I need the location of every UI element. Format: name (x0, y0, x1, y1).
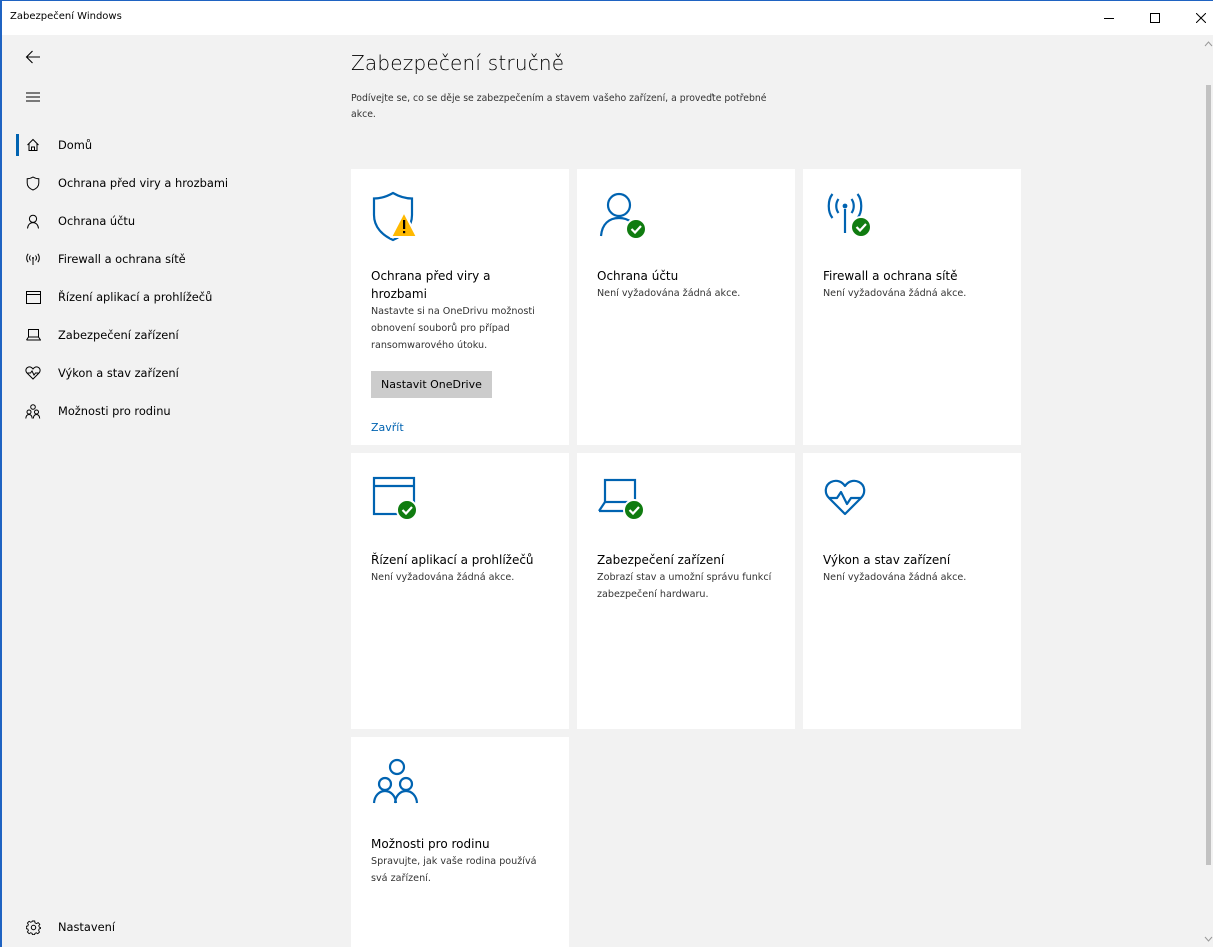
tile-family-options[interactable]: Možnosti pro rodinu Spravujte, jak vaše … (351, 737, 569, 947)
tile-title: Ochrana účtu (597, 269, 679, 283)
tile-title: Firewall a ochrana sítě (823, 269, 958, 283)
sidebar-item-label: Řízení aplikací a prohlížečů (58, 290, 213, 304)
tile-account-protection[interactable]: Ochrana účtu Není vyžadována žádná akce. (577, 169, 795, 445)
sidebar-item-label: Ochrana účtu (58, 214, 136, 228)
sidebar-item-label: Výkon a stav zařízení (58, 366, 179, 380)
app-window: Zabezpečení Windows Domů Ochrana před vi… (0, 0, 1213, 947)
main-content: Zabezpečení stručně Podívejte se, co se … (313, 35, 1204, 947)
tile-description: Není vyžadována žádná akce. (823, 572, 967, 583)
laptop-check-icon (597, 473, 657, 533)
tile-firewall[interactable]: Firewall a ochrana sítě Není vyžadována … (803, 169, 1021, 445)
minimize-button[interactable] (1086, 1, 1132, 35)
browser-window-icon (20, 290, 46, 304)
close-button[interactable] (1178, 1, 1213, 35)
sidebar-item-label: Nastavení (58, 920, 116, 934)
heart-pulse-icon (823, 473, 883, 533)
shield-warning-icon (371, 189, 431, 249)
scroll-up-arrow-icon[interactable] (1204, 39, 1213, 49)
vertical-scrollbar[interactable] (1204, 35, 1213, 947)
tile-title: Možnosti pro rodinu (371, 837, 490, 851)
browser-check-icon (371, 473, 431, 533)
maximize-button[interactable] (1132, 1, 1178, 35)
family-icon (20, 403, 46, 419)
sidebar-item-device-health[interactable]: Výkon a stav zařízení (2, 354, 313, 392)
minimize-icon (1104, 18, 1114, 19)
tile-title: Výkon a stav zařízení (823, 553, 951, 567)
person-check-icon (597, 189, 657, 249)
heart-pulse-icon (20, 366, 46, 380)
antenna-check-icon (823, 189, 883, 249)
family-icon (371, 757, 431, 817)
title-bar: Zabezpečení Windows (2, 1, 1213, 35)
sidebar-item-label: Firewall a ochrana sítě (58, 252, 186, 266)
tile-title: Ochrana před viry a hrozbami (371, 269, 491, 301)
tile-description: Zobrazí stav a umožní správu funkcí zabe… (597, 572, 772, 600)
sidebar-item-home[interactable]: Domů (2, 126, 313, 164)
tile-app-browser-control[interactable]: Řízení aplikací a prohlížečů Není vyžado… (351, 453, 569, 729)
maximize-icon (1150, 13, 1160, 23)
sidebar-item-family-options[interactable]: Možnosti pro rodinu (2, 392, 313, 430)
home-icon (20, 138, 46, 152)
sidebar-item-label: Domů (58, 138, 93, 152)
menu-button[interactable] (13, 77, 53, 117)
tile-device-security[interactable]: Zabezpečení zařízení Zobrazí stav a umož… (577, 453, 795, 729)
sidebar-item-virus-protection[interactable]: Ochrana před viry a hrozbami (2, 164, 313, 202)
window-title: Zabezpečení Windows (10, 11, 122, 22)
sidebar-item-settings[interactable]: Nastavení (2, 908, 313, 946)
scroll-down-arrow-icon[interactable] (1204, 934, 1213, 944)
dismiss-link[interactable]: Zavřít (371, 421, 549, 434)
sidebar-item-label: Možnosti pro rodinu (58, 404, 171, 418)
sidebar: Domů Ochrana před viry a hrozbami Ochran… (2, 35, 313, 947)
back-arrow-icon (25, 50, 40, 64)
tile-description: Spravujte, jak vaše rodina používá svá z… (371, 856, 537, 884)
tile-description: Není vyžadována žádná akce. (597, 288, 741, 299)
person-icon (20, 214, 46, 229)
sidebar-item-label: Zabezpečení zařízení (58, 328, 179, 342)
sidebar-item-app-browser-control[interactable]: Řízení aplikací a prohlížečů (2, 278, 313, 316)
tile-title: Zabezpečení zařízení (597, 553, 725, 567)
setup-onedrive-button[interactable]: Nastavit OneDrive (371, 371, 492, 398)
scrollbar-thumb[interactable] (1206, 85, 1211, 865)
antenna-icon (20, 252, 46, 266)
tile-device-health[interactable]: Výkon a stav zařízení Není vyžadována žá… (803, 453, 1021, 729)
sidebar-item-device-security[interactable]: Zabezpečení zařízení (2, 316, 313, 354)
laptop-icon (20, 329, 46, 341)
gear-icon (20, 920, 46, 935)
close-icon (1196, 13, 1206, 23)
sidebar-item-firewall[interactable]: Firewall a ochrana sítě (2, 240, 313, 278)
sidebar-item-account-protection[interactable]: Ochrana účtu (2, 202, 313, 240)
hamburger-icon (26, 92, 40, 102)
page-subtitle: Podívejte se, co se děje se zabezpečením… (351, 93, 767, 120)
tile-description: Není vyžadována žádná akce. (823, 288, 967, 299)
back-button[interactable] (13, 37, 53, 77)
page-title: Zabezpečení stručně (351, 51, 565, 75)
tile-virus-protection[interactable]: Ochrana před viry a hrozbami Nastavte si… (351, 169, 569, 445)
shield-icon (20, 175, 46, 191)
tile-description: Není vyžadována žádná akce. (371, 572, 515, 583)
sidebar-item-label: Ochrana před viry a hrozbami (58, 176, 229, 190)
tile-title: Řízení aplikací a prohlížečů (371, 553, 534, 567)
tile-description: Nastavte si na OneDrivu možnosti obnoven… (371, 306, 535, 351)
